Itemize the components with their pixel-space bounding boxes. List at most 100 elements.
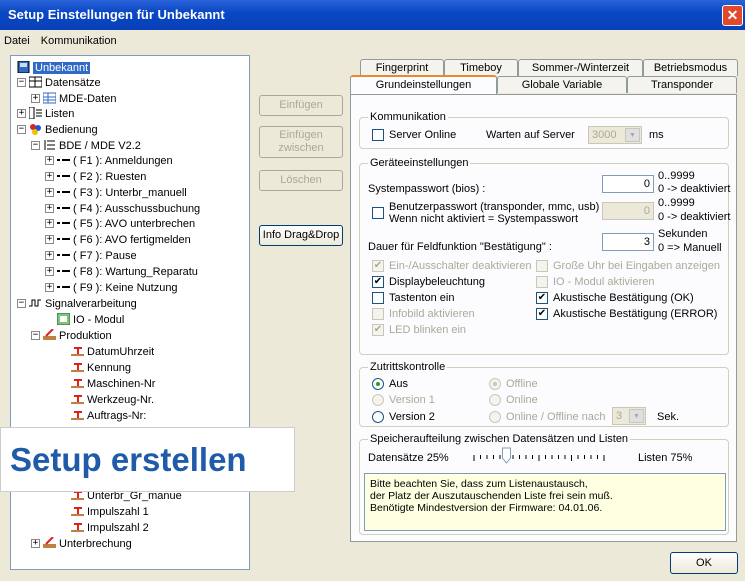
radio-offline[interactable] <box>489 378 501 390</box>
tree-node-label: Impulszahl 1 <box>87 506 149 518</box>
tab-transponder[interactable]: Transponder <box>627 76 737 93</box>
tree-expander[interactable]: + <box>45 188 54 197</box>
tree-node[interactable]: BDE / MDE V2.2 <box>43 138 141 154</box>
radio-online-offline[interactable] <box>489 411 501 423</box>
tree-node[interactable]: Produktion <box>43 328 112 344</box>
menu-icon <box>43 139 56 151</box>
tab-globale-variable[interactable]: Globale Variable <box>497 76 627 93</box>
menu-datei[interactable]: Datei <box>4 35 30 47</box>
tree-expander[interactable]: + <box>45 172 54 181</box>
geraet-checkbox[interactable] <box>372 308 384 320</box>
tab-fingerprint[interactable]: Fingerprint <box>360 59 444 76</box>
tree-node-label: Kennung <box>87 362 132 374</box>
tree-node-label: ( F2 ): Ruesten <box>73 171 147 183</box>
tree-node[interactable]: ( F1 ): Anmeldungen <box>57 153 173 169</box>
tree-node[interactable]: Datensätze <box>28 75 101 91</box>
info-dragdrop-button[interactable]: Info Drag&Drop <box>259 225 343 246</box>
tree-node[interactable]: Kennung <box>71 360 131 376</box>
tree-node[interactable]: Impulszahl 2 <box>71 520 149 536</box>
tab-sommer-winterzeit[interactable]: Sommer-/Winterzeit <box>518 59 643 76</box>
key-icon <box>57 217 70 229</box>
geraet-checkbox[interactable]: ✔ <box>372 276 384 288</box>
tree-expander[interactable]: − <box>17 299 26 308</box>
tree-node[interactable]: DatumUhrzeit <box>71 344 154 360</box>
key-icon <box>57 186 70 198</box>
geraet-checkbox[interactable]: ✔ <box>536 308 548 320</box>
tree-expander[interactable]: + <box>45 156 54 165</box>
tree-expander[interactable]: + <box>45 204 54 213</box>
insert-button[interactable]: Einfügen <box>259 95 343 116</box>
tree-expander[interactable]: + <box>31 94 40 103</box>
slider-thumb[interactable] <box>502 447 511 464</box>
tree-expander[interactable]: + <box>31 539 40 548</box>
geraet-checkbox[interactable]: ✔ <box>372 324 384 336</box>
key-icon <box>57 233 70 245</box>
field-icon <box>71 393 84 405</box>
tree-expander[interactable]: + <box>17 109 26 118</box>
tree-expander[interactable]: + <box>45 251 54 260</box>
tree-node[interactable]: ( F7 ): Pause <box>57 248 137 264</box>
radio-aus[interactable] <box>372 378 384 390</box>
close-button[interactable]: ✕ <box>722 5 743 26</box>
tree-node[interactable]: IO - Modul <box>56 312 124 328</box>
tree-expander[interactable]: − <box>17 125 26 134</box>
benutzerpasswort-checkbox[interactable] <box>372 207 384 219</box>
tree-expander[interactable]: − <box>31 141 40 150</box>
geraet-checkbox[interactable]: ✔ <box>536 292 548 304</box>
insert-between-button[interactable]: Einfügen zwischen <box>259 126 343 158</box>
tree-node[interactable]: ( F9 ): Keine Nutzung <box>57 280 178 296</box>
tree-node[interactable]: Unterbrechung <box>43 536 132 552</box>
tab-betriebsmodus[interactable]: Betriebsmodus <box>643 59 738 76</box>
tree-node[interactable]: Maschinen-Nr <box>71 376 155 392</box>
tree-node[interactable]: Signalverarbeitung <box>29 296 137 312</box>
menu-kommunikation[interactable]: Kommunikation <box>41 35 117 47</box>
tree-expander[interactable]: + <box>45 235 54 244</box>
speicher-slider[interactable] <box>470 446 610 468</box>
tree-node[interactable]: MDE-Daten <box>42 91 116 107</box>
radio-online[interactable] <box>489 394 501 406</box>
tree-node[interactable]: Impulszahl 1 <box>71 504 149 520</box>
list-icon <box>28 106 42 120</box>
geraet-checkbox[interactable] <box>536 260 548 272</box>
radio-version-1[interactable] <box>372 394 384 406</box>
tree-node[interactable]: Auftrags-Nr: <box>71 408 146 424</box>
benutzerpasswort-input[interactable]: 0 <box>602 202 654 220</box>
tree-node[interactable]: ( F4 ): Ausschussbuchung <box>57 201 200 217</box>
tab-timeboy[interactable]: Timeboy <box>444 59 518 76</box>
tree-node[interactable]: Bedienung <box>29 122 98 138</box>
tree-node[interactable]: ( F2 ): Ruesten <box>57 169 146 185</box>
warten-dropdown[interactable]: 3000 ▼ <box>588 126 642 144</box>
geraet-checkbox-label: Große Uhr bei Eingaben anzeigen <box>553 260 720 272</box>
tree-node[interactable]: Werkzeug-Nr. <box>71 392 154 408</box>
delete-button[interactable]: Löschen <box>259 170 343 191</box>
tree-node[interactable]: ( F6 ): AVO fertigmelden <box>57 232 191 248</box>
tree-node-label: ( F4 ): Ausschussbuchung <box>73 203 201 215</box>
tree-node[interactable]: ( F5 ): AVO unterbrechen <box>57 216 195 232</box>
chevron-down-icon: ▼ <box>629 409 644 423</box>
tree-node-label: ( F1 ): Anmeldungen <box>73 155 173 167</box>
geraet-checkbox[interactable]: ✔ <box>372 260 384 272</box>
tree-expander[interactable]: + <box>45 267 54 276</box>
tree-view[interactable]: Unbekannt − Datensätze + MDE-Daten + Listen − Be… <box>10 55 250 570</box>
geraet-checkbox[interactable] <box>372 292 384 304</box>
ok-button[interactable]: OK <box>670 552 738 574</box>
tree-expander[interactable]: + <box>45 219 54 228</box>
online-offline-value: 3 <box>616 410 623 422</box>
online-offline-dropdown[interactable]: 3 ▼ <box>612 407 646 425</box>
tree-node[interactable]: Unbekannt <box>17 60 91 76</box>
tree-node[interactable]: ( F3 ): Unterbr_manuell <box>57 185 187 201</box>
radio-version-2[interactable] <box>372 411 384 423</box>
geraet-checkbox[interactable] <box>536 276 548 288</box>
tree-expander[interactable]: + <box>45 283 54 292</box>
speicher-datensaetze-label: Datensätze 25% <box>368 452 449 464</box>
tab-grundeinstellungen[interactable]: Grundeinstellungen <box>350 75 497 94</box>
tree-expander[interactable]: − <box>31 331 40 340</box>
tree-node[interactable]: Listen <box>28 106 74 122</box>
server-online-checkbox[interactable] <box>372 129 384 141</box>
tree-node-label: Werkzeug-Nr. <box>87 394 155 406</box>
systempasswort-input[interactable]: 0 <box>602 175 654 193</box>
dauer-input[interactable]: 3 <box>602 233 654 251</box>
warten-label: Warten auf Server <box>486 129 575 141</box>
tree-node[interactable]: ( F8 ): Wartung_Reparatu <box>57 264 198 280</box>
tree-expander[interactable]: − <box>17 78 26 87</box>
